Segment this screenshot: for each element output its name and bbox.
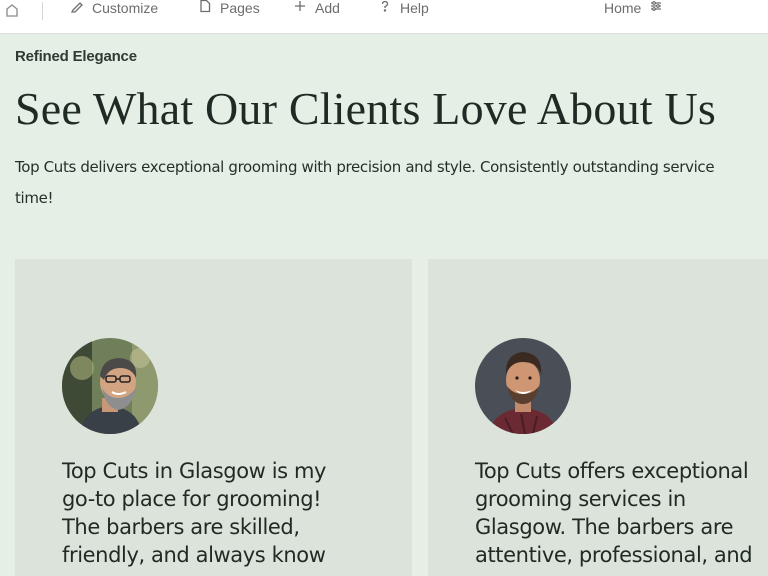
brush-icon: [70, 0, 84, 16]
toolbar-divider: [42, 2, 43, 20]
customize-label: Customize: [92, 0, 159, 16]
plus-icon: [293, 0, 307, 16]
home-icon[interactable]: [4, 2, 20, 18]
pages-button[interactable]: Pages: [198, 0, 260, 16]
help-button[interactable]: Help: [378, 0, 429, 16]
section-eyebrow: Refined Elegance: [15, 48, 137, 65]
question-icon: [378, 0, 392, 16]
section-intro: Top Cuts delivers exceptional grooming w…: [15, 158, 715, 207]
avatar: [62, 338, 158, 434]
avatar: [475, 338, 571, 434]
customize-button[interactable]: Customize: [70, 0, 158, 16]
testimonial-card: Top Cuts offers exceptional grooming ser…: [428, 259, 768, 576]
page-select-label: Home: [604, 0, 642, 16]
testimonial-quote: Top Cuts offers exceptional grooming ser…: [475, 459, 753, 567]
page-select[interactable]: Home: [604, 0, 663, 16]
add-button[interactable]: Add: [293, 0, 340, 16]
testimonial-quote: Top Cuts in Glasgow is my go-to place fo…: [62, 459, 327, 567]
help-label: Help: [400, 0, 429, 16]
pages-label: Pages: [220, 0, 260, 16]
testimonial-card: Top Cuts in Glasgow is my go-to place fo…: [15, 259, 412, 576]
add-label: Add: [315, 0, 340, 16]
sliders-icon: [649, 0, 663, 16]
editor-toolbar: Customize Pages Add Help Home: [0, 0, 768, 34]
section-headline: See What Our Clients Love About Us: [15, 83, 716, 134]
page-icon: [198, 0, 212, 16]
